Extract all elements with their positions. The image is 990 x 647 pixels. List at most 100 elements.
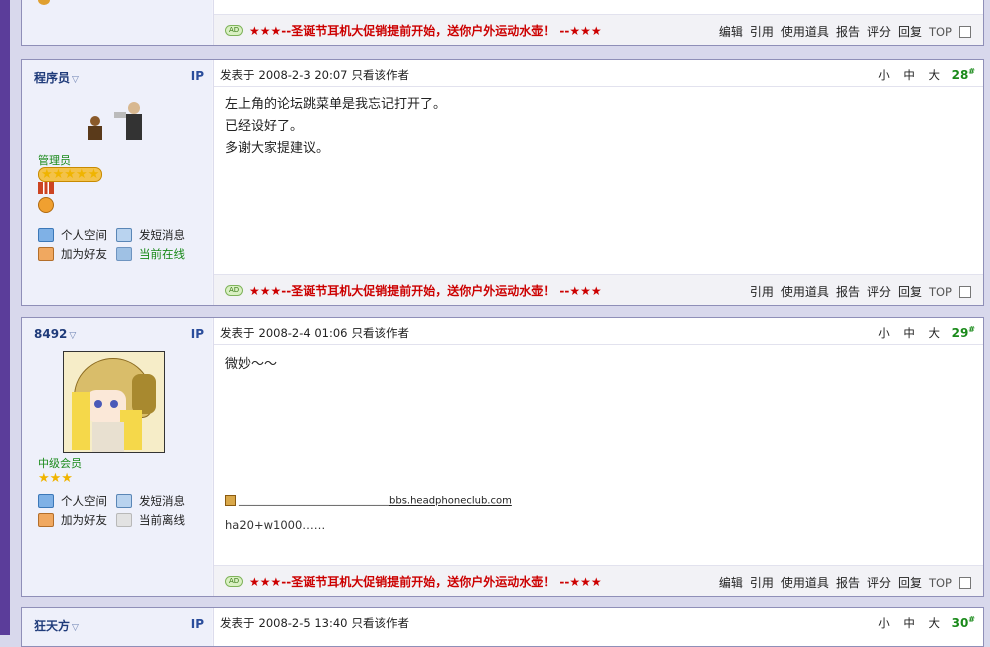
post-date: 2008-2-4 01:06 (258, 326, 348, 340)
floor-number[interactable]: 29# (952, 325, 975, 340)
offline-status: 当前离线 (116, 512, 194, 528)
ad-badge: AD (225, 25, 244, 36)
edit-button[interactable]: 编辑 (719, 574, 743, 591)
author-only-link[interactable]: 只看该作者 (352, 68, 410, 82)
home-icon (38, 493, 54, 508)
use-item-button[interactable]: 使用道具 (781, 574, 829, 591)
avatar (84, 98, 154, 146)
chevron-down-icon[interactable]: ▽ (69, 331, 76, 341)
post-footer: AD ★★★--圣诞节耳机大促销提前开始，送你户外运动水壶！ --★★★ 编辑 … (214, 14, 983, 45)
chevron-down-icon[interactable]: ▽ (72, 75, 79, 85)
post-main: AD ★★★--圣诞节耳机大促销提前开始，送你户外运动水壶！ --★★★ 编辑 … (213, 0, 983, 45)
home-icon (38, 227, 54, 242)
post-actions: 引用 使用道具 报告 评分 回复 TOP (743, 283, 971, 300)
quote-button[interactable]: 引用 (750, 574, 774, 591)
select-checkbox[interactable] (959, 576, 971, 589)
post-content: 左上角的论坛跳菜单是我忘记打开了。 已经设好了。 多谢大家提建议。 (225, 97, 447, 156)
divider (214, 86, 983, 87)
user-rank: 管理员 (38, 154, 71, 167)
report-button[interactable]: 报告 (836, 574, 860, 591)
author-panel: 8492 ▽ IP 中级会员 ★★★ 个人空间 发短消息 加为好友 当前离线 (22, 318, 212, 596)
rate-button[interactable]: 评分 (867, 574, 891, 591)
left-sidebar-strip (0, 0, 10, 635)
add-friend-icon (38, 512, 54, 527)
use-item-button[interactable]: 使用道具 (781, 283, 829, 300)
post-actions: 编辑 引用 使用道具 报告 评分 回复 TOP (712, 23, 971, 40)
post-meta: 发表于 2008-2-3 20:07 只看该作者 (220, 68, 410, 82)
font-size-switch[interactable]: 小 中 大 (878, 615, 945, 631)
online-icon (116, 246, 132, 261)
post-main: 发表于 2008-2-5 13:40 只看该作者 小 中 大 30# (213, 608, 983, 646)
ad-link[interactable]: ★★★--圣诞节耳机大促销提前开始，送你户外运动水壶！ --★★★ (249, 573, 602, 590)
rate-button[interactable]: 评分 (867, 23, 891, 40)
post-meta: 发表于 2008-2-4 01:06 只看该作者 (220, 326, 410, 340)
signature-line: ______________________________bbs.headph… (225, 495, 512, 507)
author-panel: 程序员 ▽ IP 管理员 ★★★★★ 个人空间 发短消息 加为好友 当前在线 (22, 60, 212, 305)
report-button[interactable]: 报告 (836, 23, 860, 40)
ip-link[interactable]: IP (191, 617, 204, 631)
top-button[interactable]: TOP (929, 576, 952, 590)
pencil-icon (225, 495, 236, 506)
medal-icon (38, 0, 50, 5)
quote-button[interactable]: 引用 (750, 23, 774, 40)
author-panel: 狂天方 ▽ IP (22, 608, 212, 646)
author-only-link[interactable]: 只看该作者 (352, 326, 410, 340)
offline-icon (116, 512, 132, 527)
send-pm-link[interactable]: 发短消息 (116, 493, 194, 509)
ip-link[interactable]: IP (191, 327, 204, 341)
chevron-down-icon[interactable]: ▽ (72, 623, 79, 633)
post-footer: AD ★★★--圣诞节耳机大促销提前开始，送你户外运动水壶！ --★★★ 引用 … (214, 274, 983, 305)
post-main: 发表于 2008-2-4 01:06 只看该作者 小 中 大 29# 微妙～～ __… (213, 318, 983, 596)
ad-badge: AD (225, 576, 244, 587)
rank-stars: ★★★ (38, 471, 73, 486)
edit-button[interactable]: 编辑 (719, 23, 743, 40)
signature-link[interactable]: bbs.headphoneclub.com (389, 496, 512, 507)
post-partial-top: AD ★★★--圣诞节耳机大促销提前开始，送你户外运动水壶！ --★★★ 编辑 … (21, 0, 984, 46)
mail-icon (116, 227, 132, 242)
online-status: 当前在线 (116, 246, 194, 262)
reply-button[interactable]: 回复 (898, 574, 922, 591)
use-item-button[interactable]: 使用道具 (781, 23, 829, 40)
post-meta: 发表于 2008-2-5 13:40 只看该作者 (220, 616, 410, 630)
select-checkbox[interactable] (959, 25, 971, 38)
ad-link[interactable]: ★★★--圣诞节耳机大促销提前开始，送你户外运动水壶！ --★★★ (249, 22, 602, 39)
medal-icon (38, 182, 54, 213)
reply-button[interactable]: 回复 (898, 283, 922, 300)
mail-icon (116, 493, 132, 508)
post-content: 微妙～～ (225, 357, 278, 372)
post-actions: 编辑 引用 使用道具 报告 评分 回复 TOP (712, 574, 971, 591)
post-footer: AD ★★★--圣诞节耳机大促销提前开始，送你户外运动水壶！ --★★★ 编辑 … (214, 565, 983, 596)
add-friend-link[interactable]: 加为好友 (38, 246, 116, 262)
ad-link[interactable]: ★★★--圣诞节耳机大促销提前开始，送你户外运动水壶！ --★★★ (249, 282, 602, 299)
personal-space-link[interactable]: 个人空间 (38, 227, 116, 243)
reply-button[interactable]: 回复 (898, 23, 922, 40)
floor-number[interactable]: 28# (952, 67, 975, 82)
font-size-switch[interactable]: 小 中 大 (878, 67, 945, 83)
quote-button[interactable]: 引用 (750, 283, 774, 300)
post-date: 2008-2-5 13:40 (258, 616, 348, 630)
user-links: 个人空间 发短消息 加为好友 当前在线 (38, 225, 208, 263)
send-pm-link[interactable]: 发短消息 (116, 227, 194, 243)
avatar (63, 351, 165, 453)
top-button[interactable]: TOP (929, 285, 952, 299)
personal-space-link[interactable]: 个人空间 (38, 493, 116, 509)
user-links: 个人空间 发短消息 加为好友 当前离线 (38, 491, 208, 529)
username[interactable]: 程序员 ▽ (34, 69, 79, 86)
report-button[interactable]: 报告 (836, 283, 860, 300)
username[interactable]: 8492 ▽ (34, 327, 76, 341)
top-button[interactable]: TOP (929, 25, 952, 39)
divider (214, 344, 983, 345)
add-friend-link[interactable]: 加为好友 (38, 512, 116, 528)
floor-number[interactable]: 30# (952, 615, 975, 630)
font-size-switch[interactable]: 小 中 大 (878, 325, 945, 341)
rate-button[interactable]: 评分 (867, 283, 891, 300)
ip-link[interactable]: IP (191, 69, 204, 83)
post-28: 程序员 ▽ IP 管理员 ★★★★★ 个人空间 发短消息 加为好友 当前在线 发… (21, 59, 984, 306)
author-panel (22, 0, 212, 45)
author-only-link[interactable]: 只看该作者 (352, 616, 410, 630)
username[interactable]: 狂天方 ▽ (34, 617, 79, 634)
post-30: 狂天方 ▽ IP 发表于 2008-2-5 13:40 只看该作者 小 中 大 30# (21, 607, 984, 647)
select-checkbox[interactable] (959, 285, 971, 298)
post-29: 8492 ▽ IP 中级会员 ★★★ 个人空间 发短消息 加为好友 当前离线 发… (21, 317, 984, 597)
add-friend-icon (38, 246, 54, 261)
